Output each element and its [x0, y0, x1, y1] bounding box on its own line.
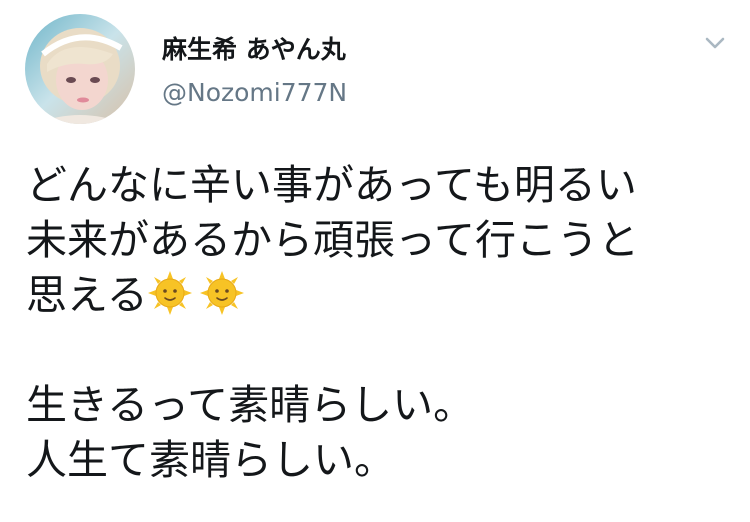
tweet-text-line: 生きるって素晴らしい。 [26, 381, 475, 429]
tweet-text-line: 未来があるから頑張って行こうと [26, 216, 639, 264]
tweet-text-segment: 思える [26, 271, 148, 319]
tweet-text-line: 思える [26, 268, 741, 323]
tweet-card: 麻生希 あやん丸 @Nozomi777N どんなに辛い事があっても明るい 未来が… [0, 0, 750, 522]
user-handle[interactable]: @Nozomi777N [162, 78, 347, 107]
display-name[interactable]: 麻生希 あやん丸 [162, 30, 346, 66]
sun-with-face-icon [147, 271, 192, 315]
avatar[interactable] [25, 14, 135, 124]
tweet-text-line: 人生て素晴らしい。 [26, 436, 395, 484]
avatar-image [25, 14, 135, 124]
tweet-text: どんなに辛い事があっても明るい 未来があるから頑張って行こうと 思える 生きるっ… [26, 158, 741, 488]
chevron-down-icon[interactable] [700, 30, 730, 56]
tweet-text-line: どんなに辛い事があっても明るい [26, 161, 637, 209]
sun-with-face-icon [199, 271, 244, 315]
